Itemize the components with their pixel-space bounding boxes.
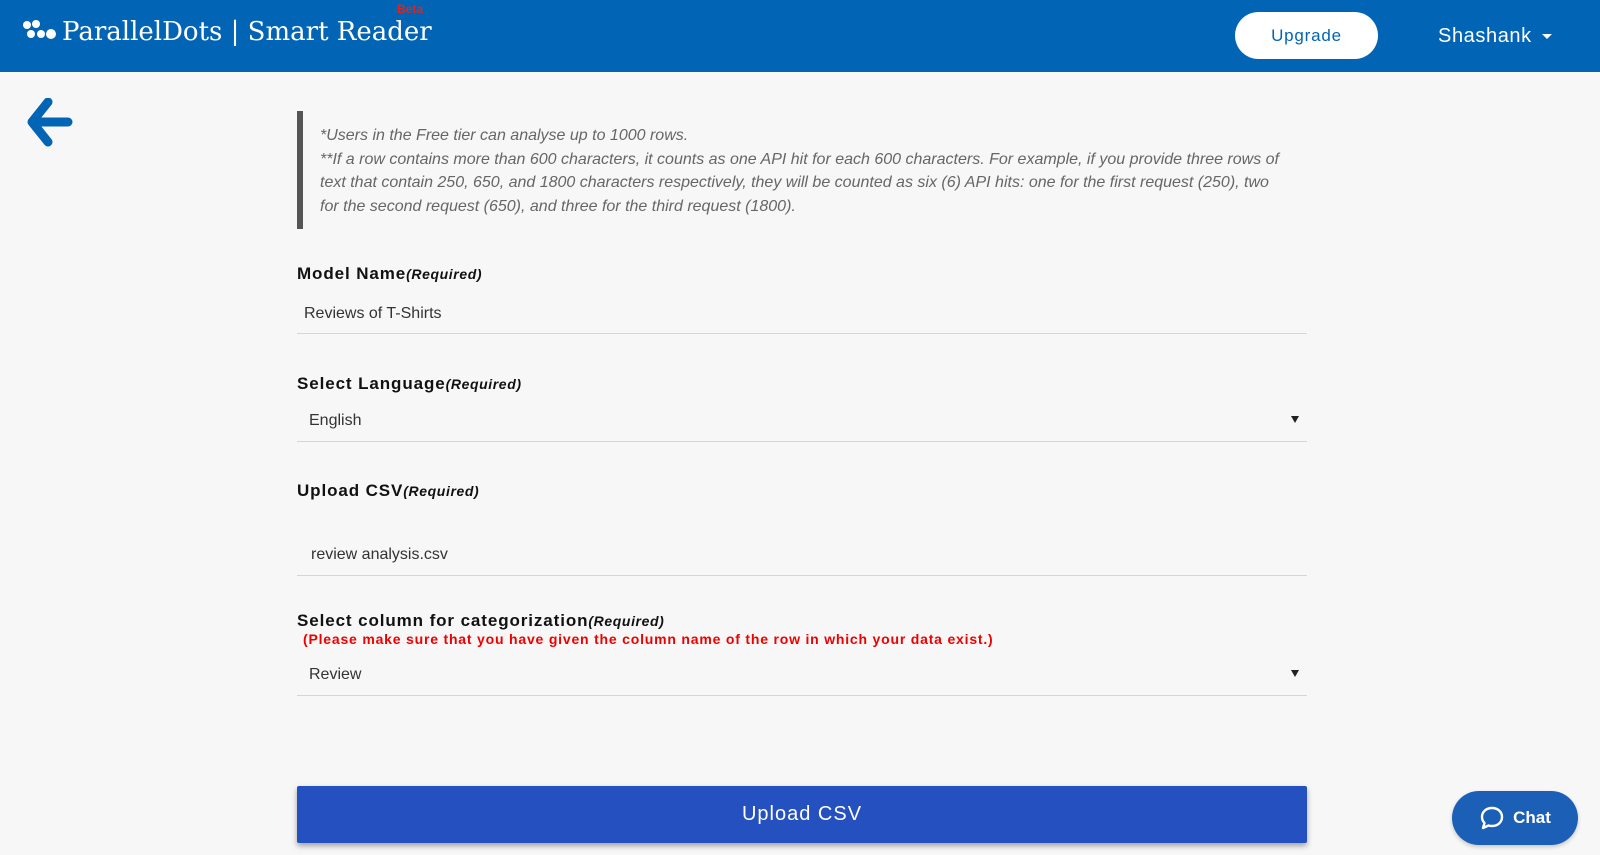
upload-csv-button[interactable]: Upload CSV	[297, 786, 1307, 843]
language-selected-value: English	[309, 412, 362, 429]
caret-down-icon	[1541, 33, 1552, 39]
uploaded-file-name: review analysis.csv	[311, 546, 448, 563]
chat-bubble-icon	[1480, 806, 1504, 830]
required-tag: (Required)	[403, 483, 480, 499]
model-name-input[interactable]	[297, 294, 1307, 333]
user-menu-dropdown[interactable]: Shashank	[1438, 22, 1552, 50]
caret-down-icon	[1291, 416, 1299, 423]
notice-line-2: **If a row contains more than 600 charac…	[320, 150, 1279, 215]
top-navbar: ParallelDots | Smart Reader Beta Upgrade…	[0, 0, 1600, 72]
language-select[interactable]: English	[297, 402, 1307, 442]
language-label: Select Language(Required)	[297, 374, 522, 393]
model-name-field[interactable]	[297, 294, 1307, 334]
beta-badge: Beta	[397, 2, 424, 16]
arrow-left-icon[interactable]	[24, 98, 74, 148]
upload-csv-field[interactable]: review analysis.csv	[297, 536, 1307, 576]
upload-csv-label: Upload CSV(Required)	[297, 481, 480, 500]
column-selected-value: Review	[309, 666, 362, 683]
user-name: Shashank	[1438, 24, 1532, 47]
upgrade-button[interactable]: Upgrade	[1235, 12, 1378, 59]
chat-label: Chat	[1513, 808, 1551, 827]
brand-logo[interactable]: ParallelDots | Smart Reader	[22, 14, 432, 50]
brand-name: ParallelDots | Smart Reader	[62, 17, 432, 47]
required-tag: (Required)	[588, 613, 665, 629]
caret-down-icon	[1291, 670, 1299, 677]
column-warning: (Please make sure that you have given th…	[303, 631, 994, 647]
column-label: Select column for categorization(Require…	[297, 611, 665, 630]
required-tag: (Required)	[445, 376, 522, 392]
column-select[interactable]: Review	[297, 656, 1307, 696]
required-tag: (Required)	[406, 266, 483, 282]
dots-logo-icon	[23, 20, 56, 39]
notice-line-1: *Users in the Free tier can analyse up t…	[320, 127, 689, 144]
usage-notice: *Users in the Free tier can analyse up t…	[297, 111, 1287, 229]
chat-button[interactable]: Chat	[1452, 791, 1578, 845]
model-name-label: Model Name(Required)	[297, 264, 483, 283]
